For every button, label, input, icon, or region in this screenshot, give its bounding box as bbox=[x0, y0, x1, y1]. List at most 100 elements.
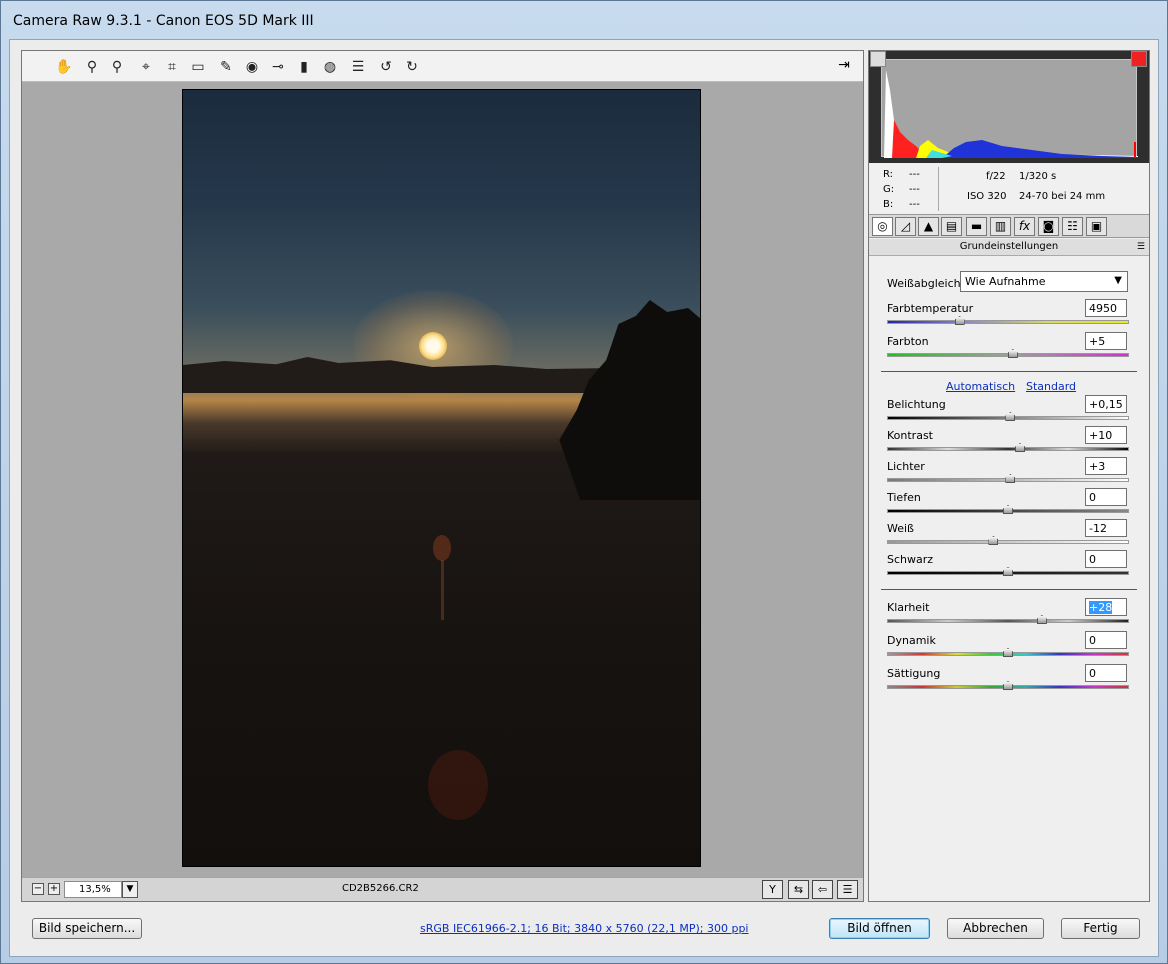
workflow-options-link[interactable]: sRGB IEC61966-2.1; 16 Bit; 3840 x 5760 (… bbox=[420, 922, 749, 935]
lens-info: 24-70 bei 24 mm bbox=[1019, 191, 1106, 202]
open-image-button[interactable]: Bild öffnen bbox=[829, 918, 930, 939]
b-label: B: bbox=[883, 199, 894, 210]
save-image-button[interactable]: Bild speichern... bbox=[32, 918, 142, 939]
tab-effects-icon[interactable]: fx bbox=[1014, 217, 1035, 236]
g-value: --- bbox=[909, 184, 920, 195]
slider-label-saturation: Sättigung bbox=[887, 667, 941, 680]
crop-tool-icon[interactable]: ⌗ bbox=[162, 58, 182, 76]
zoom-level-field[interactable]: 13,5% bbox=[64, 881, 122, 898]
swap-settings-icon[interactable]: ⇦ bbox=[812, 880, 833, 899]
section-header: Grundeinstellungen ☰ bbox=[869, 239, 1149, 256]
tint-value-field[interactable]: +5 bbox=[1085, 332, 1127, 350]
rotate-left-icon[interactable]: ↺ bbox=[376, 58, 396, 76]
tab-presets-icon[interactable]: ☷ bbox=[1062, 217, 1083, 236]
red-eye-tool-icon[interactable]: ◉ bbox=[242, 58, 262, 76]
tab-basic-icon[interactable]: ◎ bbox=[872, 217, 893, 236]
tab-tone-curve-icon[interactable]: ◿ bbox=[895, 217, 916, 236]
title-bar[interactable]: Camera Raw 9.3.1 - Canon EOS 5D Mark III bbox=[1, 1, 1167, 39]
target-adjustment-tool-icon[interactable]: ⌖ bbox=[136, 58, 156, 76]
clarity-value-selection: +28 bbox=[1089, 601, 1113, 614]
saturation-slider-thumb[interactable] bbox=[1003, 681, 1013, 690]
before-after-icon[interactable]: ⇆ bbox=[788, 880, 809, 899]
highlight-clipping-warning-icon[interactable] bbox=[1131, 51, 1147, 67]
histogram bbox=[869, 51, 1149, 163]
file-name: CD2B5266.CR2 bbox=[342, 883, 419, 894]
done-button[interactable]: Fertig bbox=[1061, 918, 1140, 939]
pixel-info: R: --- G: --- B: --- f/22 1/320 s ISO 32… bbox=[869, 163, 1149, 213]
temperature-value-field[interactable]: 4950 bbox=[1085, 299, 1127, 317]
whites-slider-track[interactable] bbox=[887, 540, 1129, 544]
saturation-value-field[interactable]: 0 bbox=[1085, 664, 1127, 682]
contrast-slider-track[interactable] bbox=[887, 447, 1129, 451]
adjustment-brush-icon[interactable]: ⊸ bbox=[268, 58, 288, 76]
tab-split-toning-icon[interactable]: ▬ bbox=[966, 217, 987, 236]
default-tone-link[interactable]: Standard bbox=[1026, 380, 1076, 393]
r-value: --- bbox=[909, 169, 920, 180]
clarity-slider-thumb[interactable] bbox=[1036, 615, 1047, 624]
temperature-slider-track[interactable] bbox=[887, 320, 1129, 324]
slider-label-exposure: Belichtung bbox=[887, 398, 946, 411]
zoom-out-button[interactable]: − bbox=[32, 883, 44, 895]
graduated-filter-icon[interactable]: ▮ bbox=[294, 58, 314, 76]
clarity-slider-track[interactable] bbox=[887, 619, 1129, 623]
shutter-speed: 1/320 s bbox=[1019, 171, 1057, 182]
histogram-graph bbox=[884, 70, 1138, 158]
zoom-in-button[interactable]: + bbox=[48, 883, 60, 895]
highlights-value-field[interactable]: +3 bbox=[1085, 457, 1127, 475]
slider-label-shadows: Tiefen bbox=[887, 491, 921, 504]
temperature-slider-thumb[interactable] bbox=[954, 316, 965, 325]
contrast-slider-thumb[interactable] bbox=[1015, 443, 1026, 452]
clarity-value-field[interactable]: +28 bbox=[1085, 598, 1127, 616]
filter-icon[interactable]: Y bbox=[762, 880, 783, 899]
color-sampler-tool-icon[interactable]: ⚲ bbox=[107, 58, 127, 76]
exposure-slider-thumb[interactable] bbox=[1005, 412, 1016, 421]
vibrance-value-field[interactable]: 0 bbox=[1085, 631, 1127, 649]
shadow-clipping-warning-icon[interactable] bbox=[870, 51, 886, 67]
slider-label-tint: Farbton bbox=[887, 335, 929, 348]
exposure-value-field[interactable]: +0,15 bbox=[1085, 395, 1127, 413]
whites-value-field[interactable]: -12 bbox=[1085, 519, 1127, 537]
tab-camera-calibration-icon[interactable]: ◙ bbox=[1038, 217, 1059, 236]
white-balance-tool-icon[interactable]: ⚲ bbox=[82, 58, 102, 76]
tint-slider-thumb[interactable] bbox=[1007, 349, 1018, 358]
photo-preview[interactable] bbox=[182, 89, 701, 867]
contrast-value-field[interactable]: +10 bbox=[1085, 426, 1127, 444]
shadows-value-field[interactable]: 0 bbox=[1085, 488, 1127, 506]
shadows-slider-thumb[interactable] bbox=[1003, 505, 1013, 514]
zoom-dropdown-arrow[interactable]: ▼ bbox=[122, 881, 138, 898]
blacks-value-field[interactable]: 0 bbox=[1085, 550, 1127, 568]
cancel-button[interactable]: Abbrechen bbox=[947, 918, 1044, 939]
histogram-red bbox=[892, 120, 922, 158]
spot-removal-tool-icon[interactable]: ✎ bbox=[216, 58, 236, 76]
blacks-slider-thumb[interactable] bbox=[1003, 567, 1013, 576]
fullscreen-toggle-icon[interactable]: ⇥ bbox=[833, 57, 855, 77]
window-title: Camera Raw 9.3.1 - Canon EOS 5D Mark III bbox=[13, 13, 314, 29]
white-balance-select[interactable]: Wie Aufnahme ▼ bbox=[960, 271, 1128, 292]
radial-filter-icon[interactable]: ◍ bbox=[320, 58, 340, 76]
preview-preferences-icon[interactable]: ☰ bbox=[837, 880, 858, 899]
vibrance-slider-thumb[interactable] bbox=[1003, 648, 1013, 657]
tab-hsl-icon[interactable]: ▤ bbox=[941, 217, 962, 236]
tab-snapshots-icon[interactable]: ▣ bbox=[1086, 217, 1107, 236]
hand-tool-icon[interactable]: ✋ bbox=[54, 58, 74, 76]
panel-menu-icon[interactable]: ☰ bbox=[1137, 239, 1145, 255]
tab-lens-corrections-icon[interactable]: ▥ bbox=[990, 217, 1011, 236]
divider bbox=[881, 371, 1137, 372]
lens-flare bbox=[433, 535, 451, 561]
slider-label-temperature: Farbtemperatur bbox=[887, 302, 974, 315]
highlights-slider-thumb[interactable] bbox=[1005, 474, 1016, 483]
aperture: f/22 bbox=[986, 171, 1006, 182]
preferences-icon[interactable]: ☰ bbox=[348, 58, 368, 76]
iso: ISO 320 bbox=[967, 191, 1007, 202]
b-value: --- bbox=[909, 199, 920, 210]
tree-silhouette bbox=[559, 300, 700, 500]
camera-raw-window: Camera Raw 9.3.1 - Canon EOS 5D Mark III… bbox=[0, 0, 1168, 964]
info-separator bbox=[938, 167, 939, 211]
rotate-right-icon[interactable]: ↻ bbox=[402, 58, 422, 76]
divider bbox=[881, 589, 1137, 590]
tab-detail-icon[interactable]: ▲ bbox=[918, 217, 939, 236]
histogram-blue bbox=[942, 140, 1138, 158]
straighten-tool-icon[interactable]: ▭ bbox=[188, 58, 208, 76]
auto-tone-link[interactable]: Automatisch bbox=[946, 380, 1015, 393]
whites-slider-thumb[interactable] bbox=[988, 536, 999, 545]
